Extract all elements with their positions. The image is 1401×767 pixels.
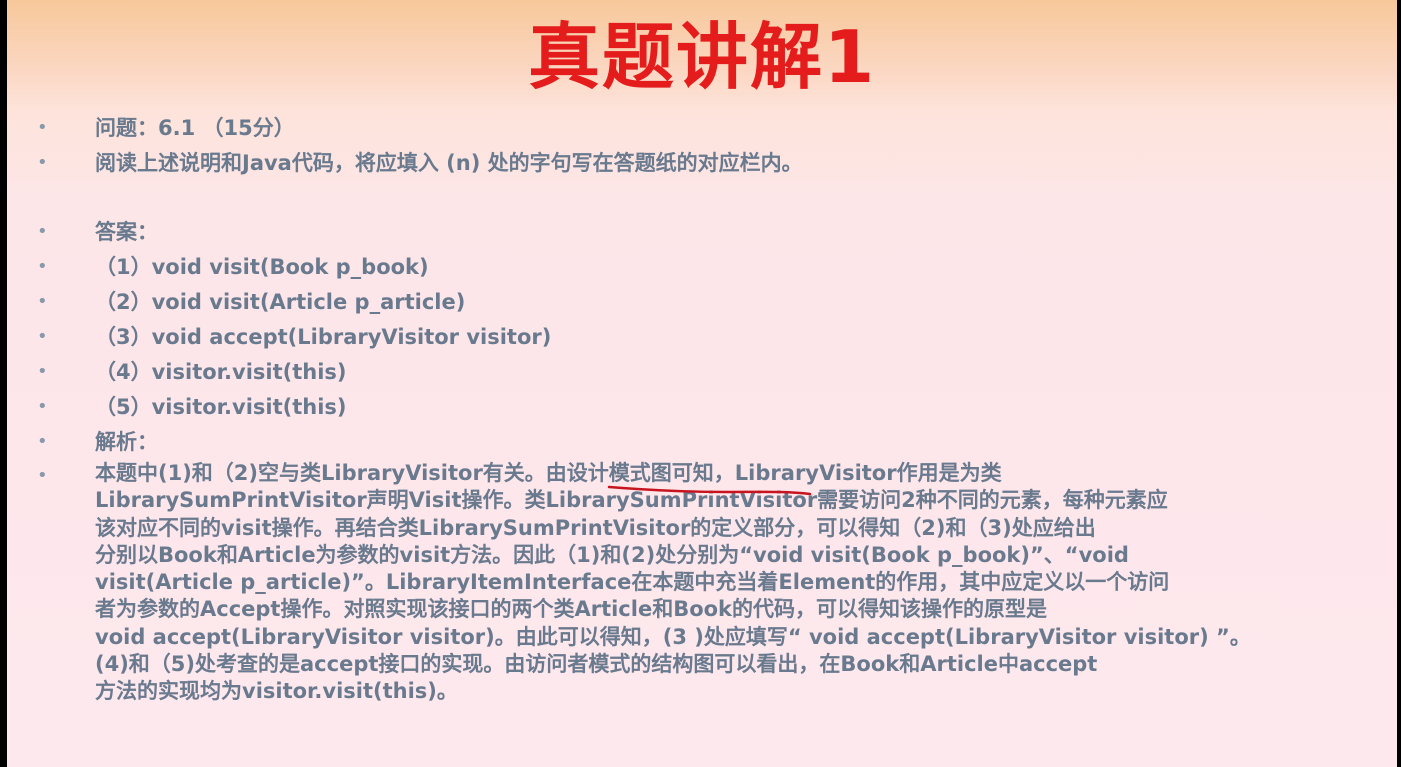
analysis-line: 方法的实现均为visitor.visit(this)。 [95,679,458,704]
list-item: • 解析： [37,427,1377,462]
bullet-icon: • [37,117,48,138]
bullet-icon: • [37,465,48,486]
analysis-line: (4)和（5)处考查的是accept接口的实现。由访问者模式的结构图可以看出，在… [95,652,1098,677]
bullet-icon: • [37,396,48,417]
bullet-icon: • [37,291,48,312]
instruction-text: 阅读上述说明和Java代码，将应填入 (n) 处的字句写在答题纸的对应栏内。 [95,151,803,175]
bullet-icon: • [37,221,48,242]
analysis-line: visit(Article p_article)”。LibraryItemInt… [95,570,1170,595]
answer-1: （1）void visit(Book p_book) [95,255,429,279]
question-label: 问题：6.1 （15分） [95,116,295,140]
analysis-line: 该对应不同的visit操作。再结合类LibrarySumPrintVisitor… [95,515,1096,540]
slide-title: 真题讲解1 [527,15,877,99]
list-item: • 问题：6.1 （15分） [37,113,1377,148]
bullet-icon: • [37,326,48,347]
slide: 真题讲解1 • 问题：6.1 （15分） • 阅读上述说明和Java代码，将应填… [7,0,1397,767]
list-item: • （2）void visit(Article p_article) [37,287,1377,322]
bullet-icon: • [37,256,48,277]
list-item: • 答案： [37,217,1377,252]
bullet-list: • 问题：6.1 （15分） • 阅读上述说明和Java代码，将应填入 (n) … [37,113,1377,462]
answer-2: （2）void visit(Article p_article) [95,290,466,314]
answer-4: （4）visitor.visit(this) [95,360,347,384]
list-item: • （4）visitor.visit(this) [37,357,1377,392]
analysis-line: 本题中(1)和（2)空与类LibraryVisitor有关。由设计模式图可知，L… [95,461,1002,485]
analysis-heading: 解析： [95,430,158,454]
list-item: • （5）visitor.visit(this) [37,392,1377,427]
list-item: • （3）void accept(LibraryVisitor visitor) [37,322,1377,357]
list-item: • 阅读上述说明和Java代码，将应填入 (n) 处的字句写在答题纸的对应栏内。 [37,148,1377,183]
answer-5: （5）visitor.visit(this) [95,395,347,419]
analysis-paragraph: 本题中(1)和（2)空与类LibraryVisitor有关。由设计模式图可知，L… [95,460,1357,706]
bullet-icon: • [37,361,48,382]
analysis-line: 者为参数的Accept操作。对照实现该接口的两个类Article和Book的代码… [95,597,1048,622]
bullet-icon: • [37,152,48,173]
bullet-icon: • [37,431,48,452]
analysis-line: void accept(LibraryVisitor visitor)。由此可以… [95,624,1251,649]
list-item: • （1）void visit(Book p_book) [37,252,1377,287]
answer-3: （3）void accept(LibraryVisitor visitor) [95,325,552,349]
analysis-line: 分别以Book和Article为参数的visit方法。因此（1)和(2)处分别为… [95,542,1129,567]
analysis-line: LibrarySumPrintVisitor声明Visit操作。类Library… [95,488,1168,513]
answer-heading: 答案： [95,220,158,244]
